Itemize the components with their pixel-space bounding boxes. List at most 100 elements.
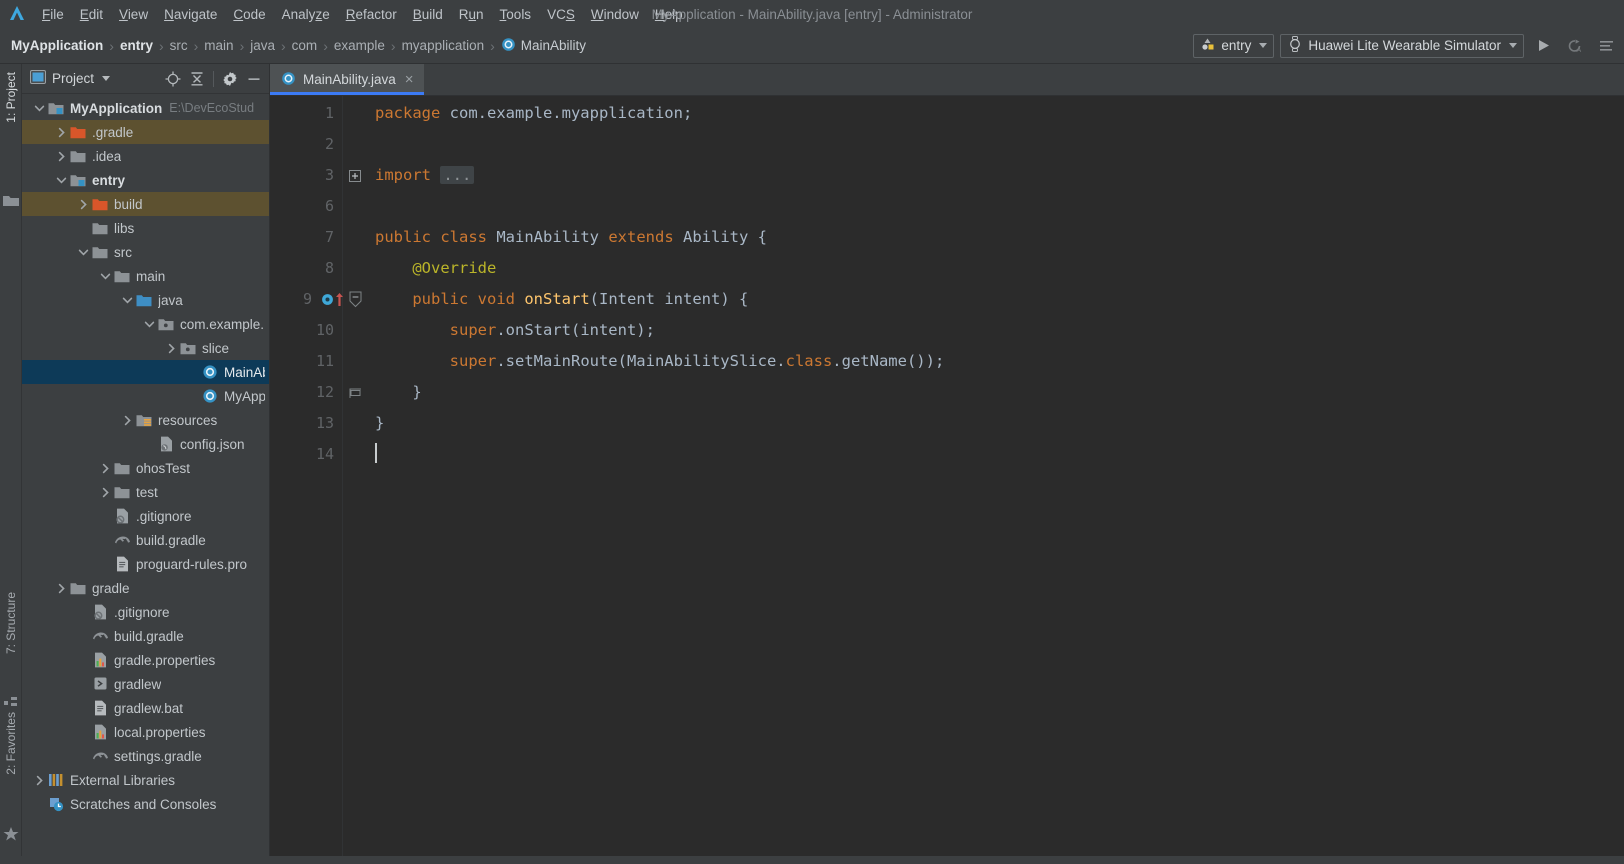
tree-item-entry[interactable]: entry xyxy=(22,168,269,192)
tree-item-src[interactable]: src xyxy=(22,240,269,264)
tree-item-label: slice xyxy=(202,340,230,356)
chevron-open-icon[interactable] xyxy=(98,271,113,282)
chevron-closed-icon[interactable] xyxy=(54,583,69,594)
tree-item-local-properties[interactable]: local.properties xyxy=(22,720,269,744)
chevron-open-icon[interactable] xyxy=(76,247,91,258)
tree-item-myapplication[interactable]: MyApplication E:\DevEcoStud xyxy=(22,96,269,120)
chevron-open-icon[interactable] xyxy=(120,295,135,306)
tree-item--gitignore[interactable]: .gitignore xyxy=(22,600,269,624)
breadcrumb-com[interactable]: com xyxy=(289,36,321,55)
tree-item-gradle-properties[interactable]: gradle.properties xyxy=(22,648,269,672)
tab-mainability-java[interactable]: MainAbility.java × xyxy=(270,64,424,95)
tree-item-mainabilit[interactable]: MainAbilit xyxy=(22,360,269,384)
settings-gear-icon[interactable] xyxy=(219,68,241,90)
breadcrumb-entry[interactable]: entry xyxy=(117,36,156,55)
tree-item-resources[interactable]: resources xyxy=(22,408,269,432)
chevron-closed-icon[interactable] xyxy=(120,415,135,426)
tree-item--gradle[interactable]: .gradle xyxy=(22,120,269,144)
breadcrumb-mainability[interactable]: MainAbility xyxy=(498,35,589,57)
menu-navigate[interactable]: Navigate xyxy=(156,4,225,25)
menu-vcs[interactable]: VCS xyxy=(539,4,583,25)
breadcrumb-separator: › xyxy=(323,37,328,54)
collapsed-imports[interactable]: ... xyxy=(440,166,475,184)
tree-item-settings-gradle[interactable]: settings.gradle xyxy=(22,744,269,768)
tree-item-build-gradle[interactable]: build.gradle xyxy=(22,528,269,552)
menu-edit[interactable]: Edit xyxy=(72,4,111,25)
chevron-closed-icon[interactable] xyxy=(54,127,69,138)
chevron-down-icon xyxy=(102,76,111,81)
chevron-closed-icon[interactable] xyxy=(32,775,47,786)
menu-file[interactable]: File xyxy=(34,4,72,25)
chevron-closed-icon[interactable] xyxy=(98,463,113,474)
menu-run[interactable]: Run xyxy=(451,4,492,25)
tree-item-build[interactable]: build xyxy=(22,192,269,216)
code-token: super xyxy=(449,352,497,370)
tree-item-ohostest[interactable]: ohosTest xyxy=(22,456,269,480)
project-tree[interactable]: MyApplication E:\DevEcoStud .gradle .idea en… xyxy=(22,94,269,864)
hide-panel-icon[interactable] xyxy=(243,68,265,90)
tree-item-myapplica[interactable]: MyApplica xyxy=(22,384,269,408)
menu-view[interactable]: View xyxy=(111,4,156,25)
breadcrumb-myapplication[interactable]: myapplication xyxy=(399,36,488,55)
fold-gutter[interactable] xyxy=(343,96,367,864)
chevron-open-icon[interactable] xyxy=(32,103,47,114)
run-button[interactable] xyxy=(1530,33,1556,59)
menu-code[interactable]: Code xyxy=(225,4,273,25)
tree-item-scratches-and-consoles[interactable]: Scratches and Consoles xyxy=(22,792,269,816)
breadcrumb-example[interactable]: example xyxy=(331,36,388,55)
tree-item--gitignore[interactable]: .gitignore xyxy=(22,504,269,528)
tree-item-proguard-rules-pro[interactable]: proguard-rules.pro xyxy=(22,552,269,576)
locate-icon[interactable] xyxy=(162,68,184,90)
chevron-closed-icon[interactable] xyxy=(98,487,113,498)
chevron-closed-icon[interactable] xyxy=(164,343,179,354)
tree-item-slice[interactable]: slice xyxy=(22,336,269,360)
menu-build[interactable]: Build xyxy=(405,4,451,25)
tree-item-config-json[interactable]: config.json xyxy=(22,432,269,456)
chevron-open-icon[interactable] xyxy=(142,319,157,330)
breadcrumb-main[interactable]: main xyxy=(201,36,236,55)
tree-item-java[interactable]: java xyxy=(22,288,269,312)
rail-item-favorites[interactable]: 2: Favorites xyxy=(4,712,18,775)
override-marker-icon[interactable] xyxy=(321,284,344,315)
menu-analyze[interactable]: Analyze xyxy=(274,4,338,25)
tree-item-label: .gradle xyxy=(92,124,134,140)
fold-marker-expand[interactable] xyxy=(343,160,367,191)
tree-item-libs[interactable]: libs xyxy=(22,216,269,240)
more-actions-button[interactable] xyxy=(1594,33,1620,59)
run-configuration-selector[interactable]: entry xyxy=(1193,33,1275,58)
project-panel-title-group[interactable]: Project xyxy=(30,70,111,87)
menu-window[interactable]: Window xyxy=(583,4,647,25)
tree-item-gradle[interactable]: gradle xyxy=(22,576,269,600)
breadcrumb-java[interactable]: java xyxy=(247,36,278,55)
tree-item-gradlew[interactable]: gradlew xyxy=(22,672,269,696)
tree-item-gradlew-bat[interactable]: gradlew.bat xyxy=(22,696,269,720)
fold-marker-collapse-start[interactable] xyxy=(343,284,367,315)
chevron-closed-icon[interactable] xyxy=(76,199,91,210)
tree-item-com-example-[interactable]: com.example. xyxy=(22,312,269,336)
collapse-all-icon[interactable] xyxy=(186,68,208,90)
menu-help[interactable]: Help xyxy=(647,4,691,25)
breadcrumb-myapplication[interactable]: MyApplication xyxy=(8,36,106,55)
debug-button[interactable]: A xyxy=(1562,33,1588,59)
gradle-file-icon xyxy=(91,749,109,763)
rail-item-structure[interactable]: 7: Structure xyxy=(4,592,18,654)
breadcrumb-src[interactable]: src xyxy=(167,36,191,55)
rail-item-project[interactable]: 1: Project xyxy=(4,72,18,123)
scratches-icon xyxy=(47,796,65,812)
close-icon[interactable]: × xyxy=(405,72,414,87)
fold-marker-collapse-end[interactable] xyxy=(343,377,367,408)
tree-item--idea[interactable]: .idea xyxy=(22,144,269,168)
menu-refactor[interactable]: Refactor xyxy=(338,4,405,25)
menu-tools[interactable]: Tools xyxy=(492,4,540,25)
chevron-open-icon[interactable] xyxy=(54,175,69,186)
tree-item-main[interactable]: main xyxy=(22,264,269,288)
tree-item-test[interactable]: test xyxy=(22,480,269,504)
code-content[interactable]: package com.example.myapplication; import… xyxy=(367,96,1624,864)
tree-item-build-gradle[interactable]: build.gradle xyxy=(22,624,269,648)
tree-item-external-libraries[interactable]: External Libraries xyxy=(22,768,269,792)
folder-icon xyxy=(69,581,87,595)
code-token: .getName()); xyxy=(832,352,945,370)
device-selector[interactable]: Huawei Lite Wearable Simulator xyxy=(1280,33,1524,58)
chevron-closed-icon[interactable] xyxy=(54,151,69,162)
code-editor[interactable]: 1 2 3 6 7 8 9 10 11 12 13 14 package com.example.my… xyxy=(270,96,1624,864)
